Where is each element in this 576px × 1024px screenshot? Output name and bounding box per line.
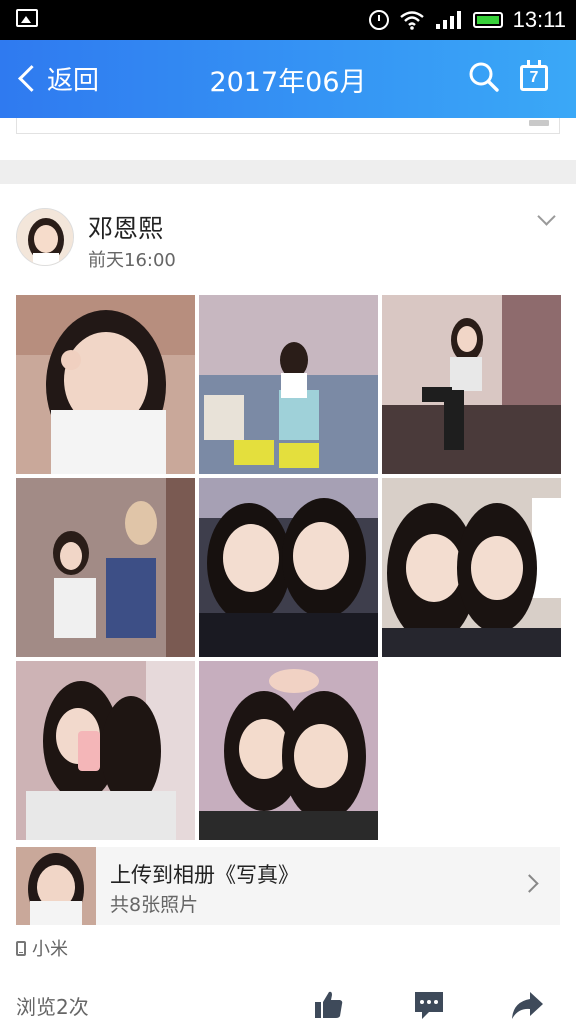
device-info: 小米 [16, 936, 68, 960]
chevron-down-icon[interactable] [535, 208, 561, 230]
back-button[interactable]: 返回 [12, 58, 99, 98]
section-divider [0, 160, 576, 184]
avatar[interactable] [16, 208, 74, 266]
album-thumbnail [16, 847, 96, 925]
device-name: 小米 [32, 939, 68, 960]
photo-7[interactable] [16, 661, 195, 840]
like-icon [315, 991, 343, 1018]
album-link[interactable]: 上传到相册《写真》 共8张照片 [16, 847, 560, 925]
signal-icon [435, 10, 463, 30]
photo-4[interactable] [16, 478, 195, 657]
comment-button[interactable] [412, 988, 446, 1022]
post-time: 前天16:00 [88, 250, 176, 271]
search-button[interactable] [468, 60, 500, 94]
author-name[interactable]: 邓恩熙 [88, 209, 163, 245]
phone-icon [16, 940, 26, 956]
photo-2[interactable] [199, 295, 378, 474]
photo-1[interactable] [16, 295, 195, 474]
album-count: 共8张照片 [110, 894, 199, 916]
chevron-right-icon [520, 874, 539, 893]
status-bar: 13:11 [0, 0, 576, 40]
status-time: 13:11 [512, 7, 566, 32]
chevron-left-icon [18, 64, 45, 92]
previous-item-edge [16, 118, 560, 134]
photo-5[interactable] [199, 478, 378, 657]
comment-icon [415, 992, 443, 1019]
back-label: 返回 [47, 65, 100, 96]
gallery-icon [16, 9, 38, 27]
alarm-icon [368, 10, 389, 30]
like-button[interactable] [312, 988, 346, 1022]
calendar-button[interactable]: 7 [518, 60, 550, 94]
status-icons: 13:11 [368, 0, 566, 40]
search-icon [469, 62, 499, 92]
album-title: 上传到相册《写真》 [110, 863, 299, 887]
photo-8[interactable] [199, 661, 378, 840]
view-count: 浏览2次 [16, 995, 89, 1019]
share-icon [512, 992, 543, 1019]
calendar-icon: 7 [520, 60, 548, 91]
battery-icon [472, 12, 503, 28]
share-button[interactable] [510, 988, 544, 1022]
calendar-day: 7 [529, 69, 539, 86]
wifi-icon [399, 10, 425, 30]
app-bar: 返回 2017年06月 7 [0, 40, 576, 118]
photo-3[interactable] [382, 295, 561, 474]
photo-6[interactable] [382, 478, 561, 657]
photo-grid [16, 295, 561, 840]
